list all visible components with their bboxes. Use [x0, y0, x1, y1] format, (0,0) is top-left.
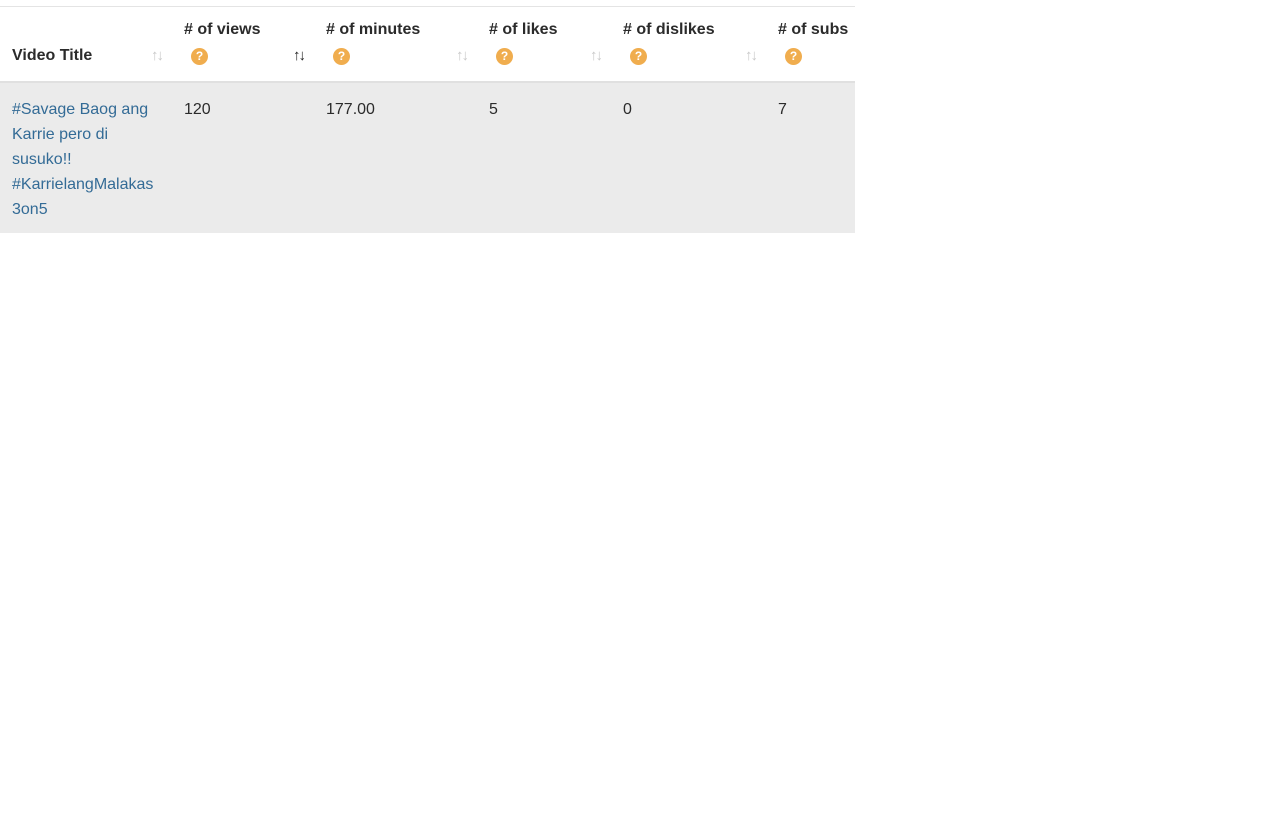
- cell-subs: 7: [778, 101, 787, 118]
- column-header-label: # of likes: [489, 21, 558, 38]
- sort-icon[interactable]: ↑↓: [293, 47, 306, 64]
- question-circle-icon[interactable]: ?: [333, 48, 350, 65]
- column-header-subs[interactable]: # of subs ?: [766, 7, 855, 82]
- video-title-link[interactable]: #Savage Baog ang Karrie pero di susuko!!…: [12, 101, 153, 218]
- column-header-label: # of views: [184, 21, 261, 38]
- column-header-label: # of minutes: [326, 21, 421, 38]
- column-header-label: Video Title: [12, 47, 93, 64]
- column-header-likes[interactable]: # of likes ? ↑↓: [477, 7, 611, 82]
- question-circle-icon[interactable]: ?: [496, 48, 513, 65]
- column-header-label: # of subs: [778, 21, 849, 38]
- table-row: #Savage Baog ang Karrie pero di susuko!!…: [0, 82, 855, 233]
- sort-icon[interactable]: ↑↓: [590, 47, 603, 64]
- cell-likes: 5: [489, 101, 498, 118]
- column-header-minutes[interactable]: # of minutes ? ↑↓: [314, 7, 477, 82]
- table-header-row: Video Title ↑↓ # of views ? ↑↓ # of minu…: [0, 7, 855, 82]
- column-header-video-title[interactable]: Video Title ↑↓: [0, 7, 172, 82]
- sort-icon[interactable]: ↑↓: [456, 47, 469, 64]
- question-circle-icon[interactable]: ?: [191, 48, 208, 65]
- cell-video-title: #Savage Baog ang Karrie pero di susuko!!…: [0, 82, 172, 233]
- column-header-views[interactable]: # of views ? ↑↓: [172, 7, 314, 82]
- cell-views: 120: [184, 101, 211, 118]
- sort-icon[interactable]: ↑↓: [745, 47, 758, 64]
- cell-dislikes: 0: [623, 101, 632, 118]
- question-circle-icon[interactable]: ?: [785, 48, 802, 65]
- video-stats-table-container: Video Title ↑↓ # of views ? ↑↓ # of minu…: [0, 6, 855, 233]
- cell-minutes: 177.00: [326, 101, 375, 118]
- column-header-label: # of dislikes: [623, 21, 715, 38]
- sort-icon[interactable]: ↑↓: [151, 47, 164, 64]
- video-stats-table: Video Title ↑↓ # of views ? ↑↓ # of minu…: [0, 7, 855, 233]
- column-header-dislikes[interactable]: # of dislikes ? ↑↓: [611, 7, 766, 82]
- question-circle-icon[interactable]: ?: [630, 48, 647, 65]
